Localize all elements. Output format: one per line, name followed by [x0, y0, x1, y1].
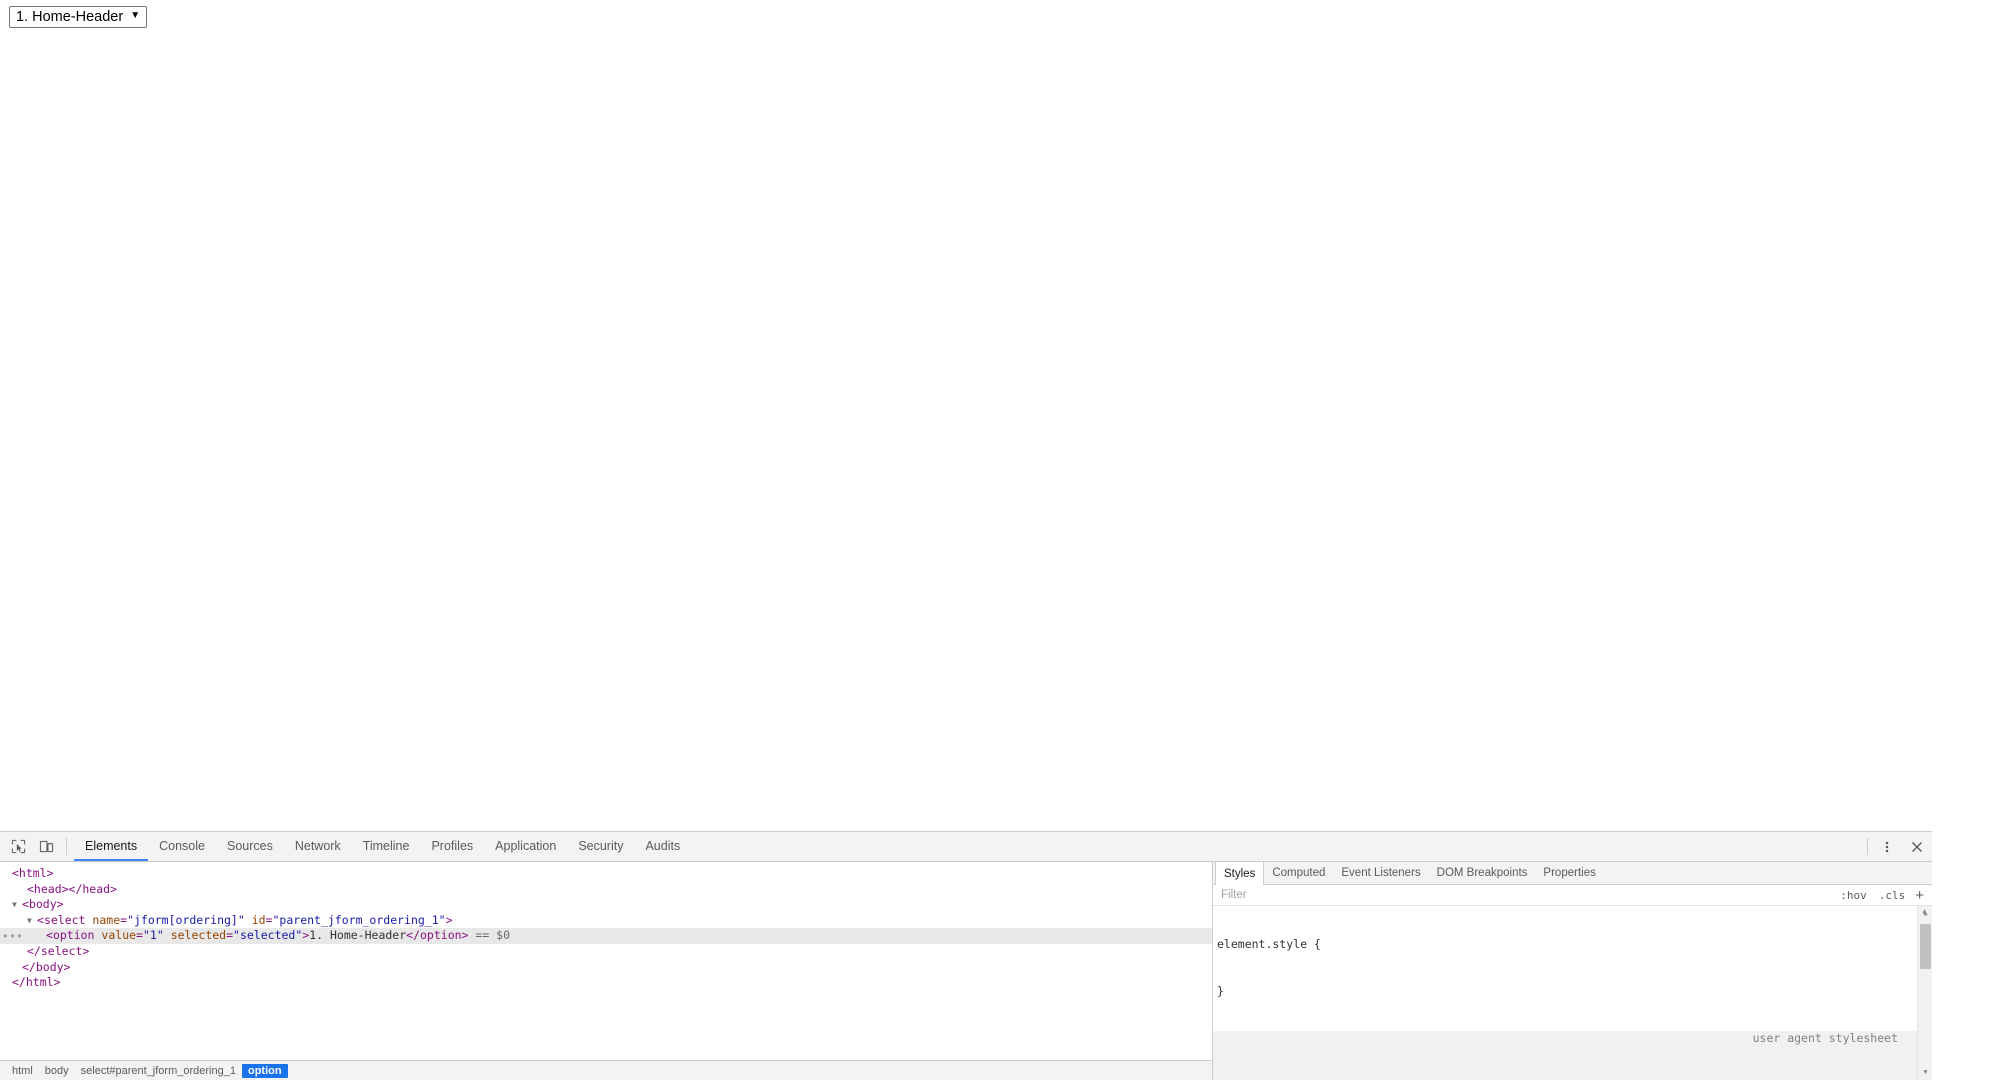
dom-option-text: 1. Home-Header: [309, 928, 407, 943]
dom-text-body-close: </body>: [22, 959, 71, 974]
collapse-triangle-icon[interactable]: ▼: [12, 897, 22, 913]
rule-element-style-selector: element.style {: [1217, 937, 1321, 952]
toolbar-right-actions: [1863, 832, 1932, 861]
chevron-down-icon: ▼: [130, 9, 141, 21]
devtools-main: <html> <head></head> ▼ <body> ▼ <select na…: [0, 862, 1932, 1080]
dom-tree-pane: <html> <head></head> ▼ <body> ▼ <select na…: [0, 862, 1212, 1080]
more-options-icon[interactable]: [1872, 832, 1902, 861]
tab-properties[interactable]: Properties: [1535, 862, 1603, 884]
close-icon[interactable]: [1902, 832, 1932, 861]
devtools-tab-list: Elements Console Sources Network Timelin…: [74, 832, 691, 861]
breadcrumb-item-option[interactable]: option: [241, 1063, 288, 1078]
cls-toggle-button[interactable]: .cls: [1873, 889, 1912, 902]
dom-text-html-open: <html>: [12, 866, 54, 880]
dom-text-body-open: <body>: [22, 897, 64, 912]
dom-attr-value: value: [101, 928, 137, 943]
toolbar-divider: [66, 838, 67, 855]
tab-styles[interactable]: Styles: [1215, 862, 1265, 885]
device-toolbar-icon[interactable]: [32, 832, 60, 861]
dom-node-select-close[interactable]: </select>: [0, 944, 1212, 960]
dom-node-html-open[interactable]: <html>: [0, 866, 1212, 882]
dom-node-head[interactable]: <head></head>: [0, 882, 1212, 898]
dom-attr-id: id: [251, 912, 266, 927]
dom-node-select-open[interactable]: ▼ <select name="jform[ordering]" id="pare…: [0, 913, 1212, 929]
page-viewport: 1. Home-Header ▼: [0, 0, 1932, 831]
tab-elements[interactable]: Elements: [74, 832, 149, 861]
rule-element-style[interactable]: element.style { }: [1213, 906, 1932, 1031]
tab-computed[interactable]: Computed: [1264, 862, 1333, 884]
breadcrumb-item-html[interactable]: html: [6, 1064, 39, 1078]
hov-toggle-button[interactable]: :hov: [1834, 889, 1873, 902]
dom-tree: <html> <head></head> ▼ <body> ▼ <select na…: [0, 862, 1212, 1058]
dom-attr-value-value: "1": [142, 928, 164, 943]
dom-attr-name: name: [92, 912, 121, 927]
scrollbar-down-arrow-icon[interactable]: ▼: [1918, 1065, 1932, 1080]
breadcrumb: html body select#parent_jform_ordering_1…: [0, 1060, 1212, 1080]
dom-space2: [245, 913, 252, 927]
dom-punct: <: [37, 912, 44, 927]
dom-text-head: <head></head>: [27, 881, 118, 896]
dom-space4: [164, 928, 171, 942]
tab-application[interactable]: Application: [484, 832, 567, 861]
tab-event-listeners[interactable]: Event Listeners: [1333, 862, 1428, 884]
new-style-rule-button[interactable]: +: [1911, 888, 1932, 903]
toolbar-divider-right: [1867, 838, 1868, 855]
dom-eq2: =: [265, 912, 273, 927]
styles-filter-bar: :hov .cls +: [1213, 885, 1932, 906]
dom-punct3: <: [46, 928, 53, 943]
breadcrumb-item-body[interactable]: body: [39, 1064, 75, 1078]
dom-console-ref: == $0: [475, 928, 511, 943]
rule-element-style-close: }: [1217, 983, 1224, 998]
dom-tag-option: option: [52, 928, 95, 943]
dom-node-html-close[interactable]: </html>: [0, 975, 1212, 991]
dom-node-body-close[interactable]: </body>: [0, 960, 1212, 976]
dom-attr-name-value: "jform[ordering]": [127, 912, 245, 927]
node-menu-dots-icon[interactable]: •••: [2, 929, 23, 945]
dom-eq4: =: [226, 928, 234, 943]
dom-attr-selected-value: "selected": [233, 928, 303, 943]
tab-audits[interactable]: Audits: [634, 832, 691, 861]
dom-gt: >: [445, 912, 453, 927]
collapse-triangle-icon[interactable]: ▼: [27, 913, 37, 929]
tab-network[interactable]: Network: [284, 832, 352, 861]
styles-tab-list: Styles Computed Event Listeners DOM Brea…: [1213, 862, 1932, 885]
dom-node-body-open[interactable]: ▼ <body>: [0, 897, 1212, 913]
rule-origin-label: user agent stylesheet: [1752, 1030, 1898, 1045]
styles-filter-input[interactable]: [1219, 888, 1835, 902]
dom-eq3: =: [136, 928, 143, 943]
dom-attr-id-value: "parent_jform_ordering_1": [272, 912, 446, 927]
tab-timeline[interactable]: Timeline: [352, 832, 421, 861]
dom-option-close: </option>: [406, 928, 469, 943]
breadcrumb-item-select[interactable]: select#parent_jform_ordering_1: [75, 1064, 242, 1078]
tab-security[interactable]: Security: [567, 832, 634, 861]
dom-text-html-close: </html>: [12, 975, 61, 990]
scrollbar-up-nub-icon[interactable]: ▲: [1917, 906, 1932, 917]
dom-node-option-selected[interactable]: ••• <option value="1" selected="selected"…: [0, 928, 1212, 944]
tab-console[interactable]: Console: [148, 832, 216, 861]
dom-tag-select: select: [43, 912, 86, 927]
dom-attr-selected: selected: [170, 928, 227, 943]
scrollbar-thumb[interactable]: [1920, 924, 1931, 969]
styles-scrollbar[interactable]: ▲ ▼: [1917, 906, 1932, 1080]
tab-sources[interactable]: Sources: [216, 832, 284, 861]
inspect-element-icon[interactable]: [4, 832, 32, 861]
styles-pane: Styles Computed Event Listeners DOM Brea…: [1213, 862, 1932, 1080]
styles-rules-list: ▲ element.style { } user agent styleshee…: [1213, 906, 1932, 1080]
ordering-select[interactable]: 1. Home-Header ▼: [9, 6, 148, 28]
devtools-toolbar: Elements Console Sources Network Timelin…: [0, 832, 1932, 862]
dom-text-select-close: </select>: [27, 943, 90, 958]
ordering-select-value: 1. Home-Header: [16, 8, 124, 25]
tab-profiles[interactable]: Profiles: [420, 832, 484, 861]
tab-dom-breakpoints[interactable]: DOM Breakpoints: [1429, 862, 1536, 884]
devtools-panel: Elements Console Sources Network Timelin…: [0, 831, 1932, 1080]
rule-option-ua[interactable]: user agent stylesheet option { font-weig…: [1213, 1030, 1932, 1080]
